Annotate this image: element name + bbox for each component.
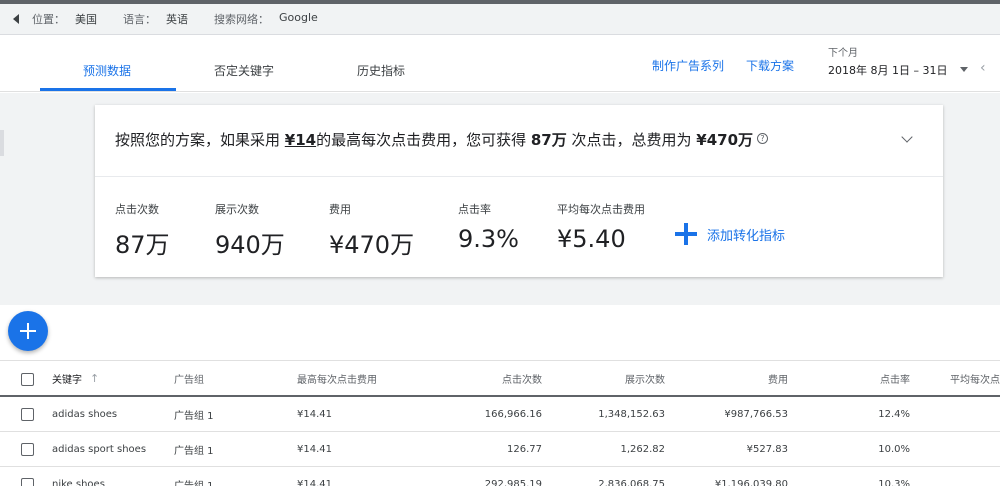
arrow-up-icon: ↑ [90, 371, 100, 385]
cell-cost: ¥527.83 [746, 443, 788, 455]
metric-avg-cpc-value: ¥5.40 [557, 225, 626, 253]
location-label: 位置： [32, 13, 65, 26]
chevron-down-icon[interactable] [901, 131, 913, 143]
cell-impressions: 1,262.82 [620, 443, 665, 455]
cell-keyword: adidas shoes [52, 408, 118, 420]
col-header-ctr[interactable]: 点击率 [830, 361, 910, 395]
col-header-keyword-label: 关键字 [52, 374, 82, 386]
cell-ctr: 10.3% [878, 478, 910, 486]
keywords-table: 关键字 ↑ 广告组 最高每次点击费用 点击次数 展示次数 费用 点击率 平均每次… [0, 360, 1000, 486]
create-campaign-link[interactable]: 制作广告系列 [652, 57, 724, 74]
network-value: Google [279, 11, 318, 24]
cell-ad-group: 广告组 1 [174, 445, 214, 457]
summary-sentence: 按照您的方案，如果采用 ¥14的最高每次点击费用，您可获得 87万 次点击，总费… [115, 129, 769, 150]
cell-max-cpc[interactable]: ¥14.41 [297, 397, 332, 431]
table-row[interactable]: adidas shoes 广告组 1 ¥14.41 166,966.16 1,3… [0, 397, 1000, 432]
tab-negative-keywords[interactable]: 否定关键字 [214, 62, 274, 79]
summary-clicks: 87万 [530, 131, 567, 149]
cell-keyword: adidas sport shoes [52, 443, 147, 455]
network-filter[interactable]: 搜索网络： Google [214, 11, 318, 27]
metric-cost: 费用 ¥470万 [329, 201, 414, 260]
date-range-value[interactable]: 2018年 8月 1日 – 31日 [828, 62, 947, 78]
metric-impressions: 展示次数 940万 [215, 201, 285, 260]
row-checkbox[interactable] [21, 443, 34, 456]
location-filter[interactable]: 位置： 美国 [32, 11, 97, 27]
back-button[interactable] [0, 4, 32, 35]
table-row[interactable]: nike shoes 广告组 1 ¥14.41 292,985.19 2,836… [0, 467, 1000, 486]
filter-bar: 位置： 美国 语言： 英语 搜索网络： Google [0, 4, 1000, 35]
cell-clicks: 166,966.16 [484, 408, 542, 420]
cell-max-cpc[interactable]: ¥14.41 [297, 432, 332, 466]
summary-cost: ¥470万 [696, 131, 754, 149]
metric-avg-cpc: 平均每次点击费用 ¥5.40 [557, 201, 645, 253]
tab-historical-metrics[interactable]: 历史指标 [357, 62, 405, 79]
network-label: 搜索网络： [214, 13, 269, 26]
download-plan-link[interactable]: 下载方案 [746, 57, 794, 74]
cell-ad-group: 广告组 1 [174, 480, 214, 486]
help-circle-icon[interactable]: ? [757, 133, 769, 144]
table-header-row: 关键字 ↑ 广告组 最高每次点击费用 点击次数 展示次数 费用 点击率 平均每次… [0, 360, 1000, 397]
col-header-cost[interactable]: 费用 [686, 361, 788, 395]
metric-cost-value: ¥470万 [329, 231, 415, 259]
cell-ctr: 12.4% [878, 408, 910, 420]
cell-impressions: 1,348,152.63 [598, 408, 665, 420]
cell-keyword: nike shoes [52, 478, 105, 486]
table-row[interactable]: adidas sport shoes 广告组 1 ¥14.41 126.77 1… [0, 432, 1000, 467]
cell-cost: ¥987,766.53 [724, 408, 788, 420]
active-tab-indicator [40, 88, 176, 91]
cell-clicks: 126.77 [507, 443, 542, 455]
tabs-header: 预测数据 否定关键字 历史指标 制作广告系列 下载方案 下个月 2018年 8月… [0, 36, 1000, 92]
metric-cost-label: 费用 [329, 203, 351, 216]
add-conversion-metrics-button[interactable]: 添加转化指标 [675, 223, 785, 245]
plus-icon [675, 223, 697, 245]
cell-max-cpc[interactable]: ¥14.41 [297, 467, 332, 486]
cell-ctr: 10.0% [878, 443, 910, 455]
select-all-checkbox[interactable] [21, 373, 34, 386]
metric-impressions-label: 展示次数 [215, 203, 259, 216]
add-conversion-label: 添加转化指标 [707, 228, 786, 244]
col-header-ad-group[interactable]: 广告组 [174, 361, 204, 395]
max-cpc-bid[interactable]: ¥14 [285, 131, 316, 149]
sentence-part-2: 的最高每次点击费用，您可获得 [316, 131, 531, 149]
cell-impressions: 2,836,068.75 [598, 478, 665, 486]
add-keyword-fab[interactable] [8, 311, 48, 351]
caret-left-icon [13, 14, 19, 24]
row-checkbox[interactable] [21, 478, 34, 486]
left-strip [0, 130, 4, 156]
language-filter[interactable]: 语言： 英语 [123, 11, 188, 27]
language-label: 语言： [123, 13, 156, 26]
metric-ctr-label: 点击率 [458, 203, 491, 216]
metric-clicks-label: 点击次数 [115, 203, 159, 216]
col-header-keyword[interactable]: 关键字 ↑ [52, 361, 99, 395]
cell-clicks: 292,985.19 [484, 478, 542, 486]
col-header-max-cpc[interactable]: 最高每次点击费用 [297, 361, 377, 395]
col-header-impressions[interactable]: 展示次数 [563, 361, 665, 395]
metric-ctr-value: 9.3% [458, 225, 519, 253]
sentence-part-1: 按照您的方案，如果采用 [115, 131, 285, 149]
col-header-avg-cpc[interactable]: 平均每次点 [950, 361, 1000, 395]
tab-forecast[interactable]: 预测数据 [83, 62, 131, 79]
chevron-left-icon[interactable]: ‹ [980, 60, 986, 76]
col-header-clicks[interactable]: 点击次数 [440, 361, 542, 395]
forecast-summary-card: 按照您的方案，如果采用 ¥14的最高每次点击费用，您可获得 87万 次点击，总费… [95, 105, 943, 277]
sentence-part-3: 次点击，总费用为 [566, 131, 697, 149]
metric-clicks-value: 87万 [115, 231, 170, 259]
metric-impressions-value: 940万 [215, 231, 285, 259]
metric-avg-cpc-label: 平均每次点击费用 [557, 203, 645, 216]
row-checkbox[interactable] [21, 408, 34, 421]
cell-ad-group: 广告组 1 [174, 410, 214, 422]
location-value: 美国 [75, 13, 97, 26]
metric-clicks: 点击次数 87万 [115, 201, 170, 260]
metric-ctr: 点击率 9.3% [458, 201, 519, 253]
summary-header[interactable]: 按照您的方案，如果采用 ¥14的最高每次点击费用，您可获得 87万 次点击，总费… [95, 105, 943, 177]
language-value: 英语 [166, 13, 188, 26]
dropdown-caret-icon[interactable] [960, 67, 968, 72]
cell-cost: ¥1,196,039.80 [714, 478, 788, 486]
date-range-label: 下个月 [828, 48, 858, 59]
